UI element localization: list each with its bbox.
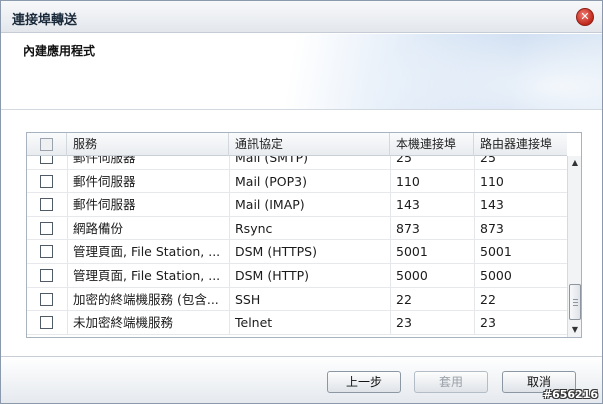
select-all-cell (27, 133, 67, 156)
window-title: 連接埠轉送 (12, 13, 78, 28)
local-port-cell: 143 (396, 197, 420, 213)
local-port-cell: 5001 (396, 244, 428, 260)
router-port-cell: 5001 (480, 244, 512, 260)
service-cell: 郵件伺服器 (73, 156, 136, 165)
row-checkbox[interactable] (40, 292, 53, 306)
table-row[interactable]: 郵件伺服器 Mail (SMTP) 25 25 (27, 156, 567, 170)
row-checkbox[interactable] (40, 156, 53, 164)
grip-line (573, 299, 578, 300)
scroll-up-arrow-icon[interactable]: ▲ (568, 156, 581, 170)
section-title: 內建應用程式 (23, 44, 96, 58)
grip-line (573, 302, 578, 303)
table-row[interactable]: 郵件伺服器 Mail (POP3) 110 110 (27, 169, 567, 194)
title-bar[interactable]: 連接埠轉送 ✕ (1, 1, 602, 33)
row-checkbox[interactable] (40, 174, 53, 188)
protocol-cell: Rsync (235, 220, 273, 236)
table-rows: 郵件伺服器 Mail (SMTP) 25 25 郵件伺服器 Mail (POP3) 110 1… (27, 156, 567, 335)
banner-decoration (331, 34, 602, 109)
service-cell: 郵件伺服器 (73, 173, 136, 189)
protocol-cell: SSH (235, 291, 261, 307)
table-row[interactable]: 郵件伺服器 Mail (IMAP) 143 143 (27, 193, 567, 217)
router-port-cell: 25 (480, 156, 496, 165)
local-port-cell: 873 (396, 220, 420, 236)
service-cell: 加密的終端機服務 (包含... (73, 291, 219, 307)
router-port-cell: 22 (480, 291, 496, 307)
dialog-footer: 上一步 套用 取消 (1, 356, 602, 403)
router-port-cell: 23 (480, 315, 496, 331)
column-header-service[interactable]: 服務 (67, 133, 229, 156)
column-header-protocol[interactable]: 通訊協定 (229, 133, 390, 156)
watermark: #656216 (542, 388, 598, 401)
vertical-scrollbar[interactable]: ▲ ▼ (567, 156, 581, 337)
port-forwarding-dialog: 連接埠轉送 ✕ 內建應用程式 服務 通訊協定 本機連接埠 路由器連接埠 郵件伺服… (0, 0, 603, 404)
service-cell: 未加密終端機服務 (73, 315, 174, 331)
protocol-cell: Telnet (235, 315, 273, 331)
protocol-cell: Mail (IMAP) (235, 197, 305, 213)
service-cell: 網路備份 (73, 220, 124, 236)
scroll-thumb[interactable] (569, 284, 581, 320)
row-checkbox[interactable] (40, 245, 53, 259)
apply-button[interactable]: 套用 (414, 371, 488, 393)
column-header-router-port[interactable]: 路由器連接埠 (474, 133, 567, 156)
protocol-cell: Mail (POP3) (235, 173, 307, 189)
row-checkbox[interactable] (40, 198, 53, 212)
grip-line (573, 305, 578, 306)
local-port-cell: 5000 (396, 267, 428, 283)
column-header-local-port[interactable]: 本機連接埠 (390, 133, 474, 156)
protocol-cell: DSM (HTTP) (235, 267, 310, 283)
router-port-cell: 5000 (480, 267, 512, 283)
select-all-checkbox[interactable] (40, 138, 53, 151)
table-row[interactable]: 網路備份 Rsync 873 873 (27, 216, 567, 241)
row-checkbox[interactable] (40, 268, 53, 282)
scroll-down-arrow-icon[interactable]: ▼ (568, 323, 581, 337)
local-port-cell: 110 (396, 173, 420, 189)
service-cell: 管理頁面, File Station, ... (73, 244, 221, 260)
table-row[interactable]: 管理頁面, File Station, ... DSM (HTTP) 5000 500… (27, 263, 567, 288)
table-body[interactable]: 郵件伺服器 Mail (SMTP) 25 25 郵件伺服器 Mail (POP3) 110 1… (27, 156, 567, 337)
protocol-cell: DSM (HTTPS) (235, 244, 317, 260)
local-port-cell: 22 (396, 291, 412, 307)
row-checkbox[interactable] (40, 316, 53, 330)
table-row[interactable]: 加密的終端機服務 (包含... SSH 22 22 (27, 287, 567, 312)
table-row[interactable]: 未加密終端機服務 Telnet 23 23 (27, 311, 567, 335)
close-icon[interactable]: ✕ (576, 8, 594, 26)
local-port-cell: 23 (396, 315, 412, 331)
service-cell: 郵件伺服器 (73, 197, 136, 213)
router-port-cell: 873 (480, 220, 504, 236)
header-banner: 內建應用程式 (1, 34, 602, 110)
router-port-cell: 143 (480, 197, 504, 213)
protocol-cell: Mail (SMTP) (235, 156, 309, 165)
row-checkbox[interactable] (40, 221, 53, 235)
table-header: 服務 通訊協定 本機連接埠 路由器連接埠 (27, 133, 567, 156)
local-port-cell: 25 (396, 156, 412, 165)
router-port-cell: 110 (480, 173, 504, 189)
table-row[interactable]: 管理頁面, File Station, ... DSM (HTTPS) 5001 50… (27, 240, 567, 264)
services-table: 服務 通訊協定 本機連接埠 路由器連接埠 郵件伺服器 Mail (SMTP) 25 2… (26, 132, 582, 338)
back-button[interactable]: 上一步 (327, 371, 401, 393)
service-cell: 管理頁面, File Station, ... (73, 267, 221, 283)
